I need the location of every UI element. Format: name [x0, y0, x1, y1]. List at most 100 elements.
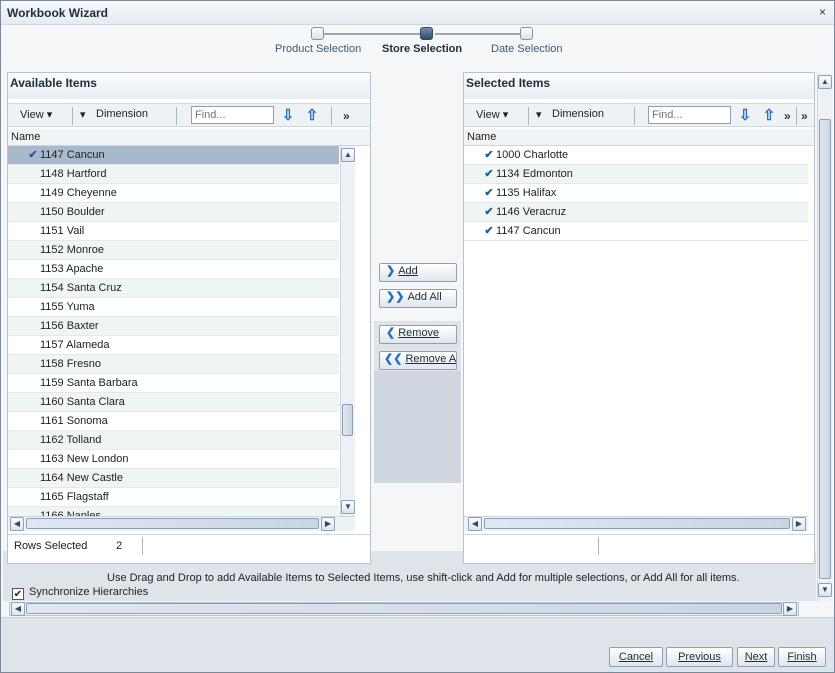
- remove-button[interactable]: ❮ Remove: [379, 325, 457, 344]
- toolbar-separator: [634, 107, 635, 125]
- scroll-thumb[interactable]: [26, 603, 782, 614]
- scroll-right-icon[interactable]: ▶: [792, 517, 806, 531]
- list-item[interactable]: 1157 Alameda: [8, 336, 339, 355]
- train-label-date-selection[interactable]: Date Selection: [491, 43, 563, 55]
- list-item-label: 1162 Tolland: [40, 434, 102, 446]
- list-item-label: 1164 New Castle: [40, 472, 123, 484]
- selected-find-input[interactable]: [648, 106, 731, 124]
- available-find-input[interactable]: [191, 106, 274, 124]
- more-toolbar-icon[interactable]: »: [784, 109, 791, 123]
- add-all-button[interactable]: ❯❯ Add All: [379, 289, 457, 308]
- scroll-left-icon[interactable]: ◀: [10, 517, 24, 531]
- train-stop-product-selection[interactable]: [311, 27, 324, 40]
- scroll-right-icon[interactable]: ▶: [321, 517, 335, 531]
- list-item[interactable]: 1152 Monroe: [8, 241, 339, 260]
- list-item[interactable]: ✔ 1000 Charlotte: [464, 146, 808, 165]
- drag-drop-hint: Use Drag and Drop to add Available Items…: [107, 572, 740, 584]
- list-item[interactable]: ✔ 1147 Cancun: [464, 222, 808, 241]
- list-item[interactable]: 1153 Apache: [8, 260, 339, 279]
- check-icon: ✔: [484, 225, 494, 237]
- list-item[interactable]: 1158 Fresno: [8, 355, 339, 374]
- remove-all-arrow-icon: ❮❮: [384, 353, 403, 365]
- find-previous-icon[interactable]: ⇧: [761, 107, 777, 125]
- find-previous-icon[interactable]: ⇧: [304, 107, 320, 125]
- remove-arrow-icon: ❮: [386, 327, 396, 339]
- find-next-icon[interactable]: ⇩: [280, 107, 296, 125]
- list-item[interactable]: 1150 Boulder: [8, 203, 339, 222]
- scroll-up-icon[interactable]: ▲: [341, 148, 355, 162]
- previous-button[interactable]: Previous: [666, 647, 733, 667]
- cancel-button[interactable]: Cancel: [609, 647, 663, 667]
- train-stop-date-selection[interactable]: [520, 27, 533, 40]
- list-item[interactable]: 1148 Hartford: [8, 165, 339, 184]
- add-button[interactable]: ❯ Add: [379, 263, 457, 282]
- list-item[interactable]: 1159 Santa Barbara: [8, 374, 339, 393]
- dimension-menu[interactable]: Dimension: [552, 108, 604, 120]
- checkbox-check-icon[interactable]: ✔: [12, 588, 24, 600]
- remove-all-button[interactable]: ❮❮ Remove A: [379, 351, 457, 370]
- available-items-header: Available Items: [8, 73, 370, 99]
- scroll-left-icon[interactable]: ◀: [468, 517, 482, 531]
- finish-button[interactable]: Finish: [778, 647, 826, 667]
- dimension-menu[interactable]: Dimension: [96, 108, 148, 120]
- available-items-panel: Available Items View ▾ ▾ Dimension ⇩ ⇧ »…: [7, 72, 371, 564]
- scroll-thumb[interactable]: [26, 518, 319, 529]
- list-item[interactable]: 1154 Santa Cruz: [8, 279, 339, 298]
- view-menu[interactable]: View ▾: [20, 108, 52, 121]
- list-item-label: 1134 Edmonton: [496, 168, 573, 180]
- list-item[interactable]: 1151 Vail: [8, 222, 339, 241]
- status-separator: [142, 537, 143, 555]
- main-horizontal-scrollbar[interactable]: ◀ ▶: [9, 602, 799, 616]
- train-connector: [435, 33, 528, 35]
- list-item[interactable]: 1163 New London: [8, 450, 339, 469]
- list-item[interactable]: 1162 Tolland: [8, 431, 339, 450]
- list-item[interactable]: 1156 Baxter: [8, 317, 339, 336]
- scroll-thumb[interactable]: [342, 404, 353, 436]
- selected-horizontal-scrollbar[interactable]: ◀ ▶: [464, 516, 808, 531]
- shuttle-background-lower: [374, 371, 461, 483]
- more-toolbar-icon[interactable]: »: [801, 109, 808, 123]
- check-icon: ✔: [484, 149, 494, 161]
- scroll-down-icon[interactable]: ▼: [341, 500, 355, 514]
- list-item-label: 1152 Monroe: [40, 244, 105, 256]
- available-items-list[interactable]: ✔ 1147 Cancun 1148 Hartford 1149 Cheyenne 11…: [8, 146, 339, 516]
- selected-items-list[interactable]: ✔ 1000 Charlotte ✔ 1134 Edmonton ✔ 1135 Halif…: [464, 146, 808, 241]
- scroll-right-icon[interactable]: ▶: [783, 602, 797, 616]
- available-toolbar: View ▾ ▾ Dimension ⇩ ⇧ »: [8, 103, 370, 127]
- find-next-icon[interactable]: ⇩: [737, 107, 753, 125]
- main-vertical-scrollbar[interactable]: ▲ ▼: [817, 73, 832, 601]
- synchronize-hierarchies-checkbox[interactable]: ✔ Synchronize Hierarchies: [12, 586, 148, 600]
- list-item[interactable]: 1166 Naples: [8, 507, 339, 516]
- list-item[interactable]: ✔ 1146 Veracruz: [464, 203, 808, 222]
- dimension-dropdown-icon[interactable]: ▾: [80, 108, 86, 121]
- available-items-title: Available Items: [10, 76, 97, 90]
- list-item-label: 1158 Fresno: [40, 358, 101, 370]
- selected-name-column-header[interactable]: Name: [464, 129, 814, 146]
- scroll-left-icon[interactable]: ◀: [11, 602, 25, 616]
- list-item[interactable]: 1161 Sonoma: [8, 412, 339, 431]
- close-icon[interactable]: ×: [819, 5, 826, 19]
- view-menu[interactable]: View ▾: [476, 108, 508, 121]
- list-item[interactable]: ✔ 1147 Cancun: [8, 146, 339, 165]
- scroll-down-icon[interactable]: ▼: [818, 583, 832, 597]
- list-item[interactable]: ✔ 1135 Halifax: [464, 184, 808, 203]
- list-item[interactable]: ✔ 1134 Edmonton: [464, 165, 808, 184]
- scroll-thumb[interactable]: [819, 119, 831, 579]
- available-vertical-scrollbar[interactable]: ▲ ▼: [340, 146, 355, 516]
- list-item[interactable]: 1160 Santa Clara: [8, 393, 339, 412]
- dimension-dropdown-icon[interactable]: ▾: [536, 108, 542, 121]
- available-name-column-header[interactable]: Name: [8, 129, 370, 146]
- scroll-thumb[interactable]: [484, 518, 790, 529]
- available-horizontal-scrollbar[interactable]: ◀ ▶: [8, 516, 355, 531]
- next-button[interactable]: Next: [737, 647, 775, 667]
- scroll-up-icon[interactable]: ▲: [818, 75, 832, 89]
- list-item-label: 1163 New London: [40, 453, 129, 465]
- more-toolbar-icon[interactable]: »: [343, 109, 350, 123]
- list-item-label: 1165 Flagstaff: [40, 491, 109, 503]
- list-item[interactable]: 1155 Yuma: [8, 298, 339, 317]
- list-item[interactable]: 1165 Flagstaff: [8, 488, 339, 507]
- list-item[interactable]: 1164 New Castle: [8, 469, 339, 488]
- train-label-product-selection[interactable]: Product Selection: [275, 43, 361, 55]
- list-item[interactable]: 1149 Cheyenne: [8, 184, 339, 203]
- list-item-label: 1135 Halifax: [496, 187, 557, 199]
